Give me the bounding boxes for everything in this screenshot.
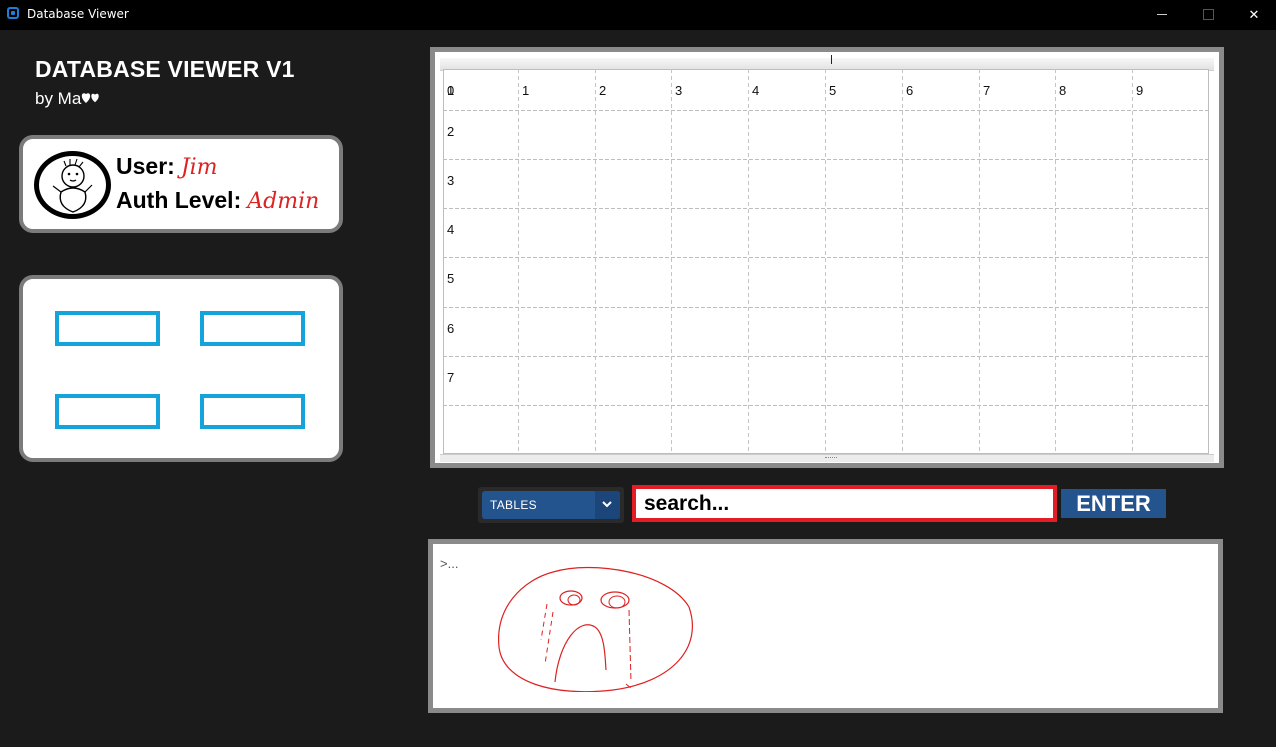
grid-bottom-scrollbar[interactable] <box>440 454 1214 462</box>
row-header[interactable]: 4 <box>447 222 454 237</box>
maximize-icon <box>1203 9 1214 20</box>
data-grid[interactable]: 0 1 2 3 4 5 6 7 8 91234567 <box>443 69 1213 454</box>
column-header[interactable]: 5 <box>829 83 836 98</box>
scroll-notch <box>831 55 832 64</box>
close-icon: ✕ <box>1248 7 1260 22</box>
enter-button[interactable]: ENTER <box>1061 489 1166 518</box>
app-title: DATABASE VIEWER V1 <box>35 56 295 82</box>
title-bar: Database Viewer ✕ <box>0 0 1276 30</box>
table-select-wrapper: TABLES <box>478 487 624 523</box>
chevron-down-icon[interactable] <box>595 491 620 519</box>
action-button-2[interactable] <box>200 311 305 346</box>
minimize-icon <box>1157 14 1167 15</box>
user-info-card: User: Jim Auth Level: Admin <box>19 135 343 233</box>
auth-level-row: Auth Level: Admin <box>116 187 319 214</box>
close-button[interactable]: ✕ <box>1231 0 1276 30</box>
column-header[interactable]: 3 <box>675 83 682 98</box>
console-output[interactable]: >... <box>428 539 1223 713</box>
user-value: Jim <box>180 155 218 180</box>
row-header[interactable]: 7 <box>447 370 454 385</box>
column-header[interactable]: 7 <box>983 83 990 98</box>
stick-figure-icon <box>52 158 93 213</box>
grip-icon <box>825 457 837 460</box>
action-button-4[interactable] <box>200 394 305 429</box>
app-window-icon <box>7 7 19 19</box>
window-title: Database Viewer <box>27 7 129 21</box>
actions-card <box>19 275 343 462</box>
search-input[interactable] <box>644 489 1044 518</box>
console-prompt: >... <box>440 556 459 571</box>
column-header[interactable]: 6 <box>906 83 913 98</box>
minimize-button[interactable] <box>1139 0 1185 30</box>
auth-level-value: Admin <box>247 189 320 214</box>
hearts-icon <box>81 91 103 107</box>
row-header[interactable]: 3 <box>447 173 454 188</box>
avatar <box>34 151 111 219</box>
user-label: User: <box>116 153 175 179</box>
sad-face-doodle-icon <box>498 566 693 692</box>
row-header[interactable]: 5 <box>447 271 454 286</box>
data-grid-panel: 01234567891234567 <box>430 47 1224 468</box>
column-header[interactable]: 1 <box>522 83 529 98</box>
column-header[interactable]: 8 <box>1059 83 1066 98</box>
action-button-1[interactable] <box>55 311 160 346</box>
column-header[interactable]: 2 <box>599 83 606 98</box>
row-header[interactable]: 1 <box>447 83 454 98</box>
row-header[interactable]: 6 <box>447 321 454 336</box>
subtitle-text: by Ma <box>35 89 82 108</box>
user-row: User: Jim <box>116 153 218 180</box>
column-header[interactable]: 9 <box>1136 83 1143 98</box>
column-header[interactable]: 4 <box>752 83 759 98</box>
table-select[interactable]: TABLES <box>482 491 620 519</box>
auth-level-label: Auth Level: <box>116 187 242 213</box>
search-field[interactable] <box>632 485 1057 522</box>
row-header[interactable]: 2 <box>447 124 454 139</box>
app-subtitle: by Ma <box>35 89 103 109</box>
table-select-value: TABLES <box>490 498 537 512</box>
action-button-3[interactable] <box>55 394 160 429</box>
maximize-button[interactable] <box>1185 0 1231 30</box>
